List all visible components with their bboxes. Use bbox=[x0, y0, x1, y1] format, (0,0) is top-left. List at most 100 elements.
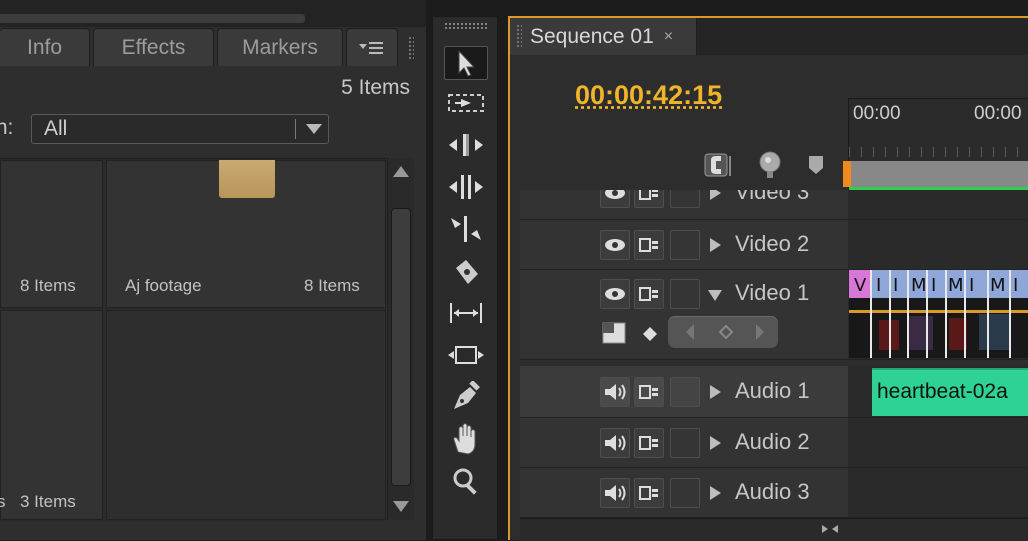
video-clips[interactable]: VII MIM IMI bbox=[849, 270, 1028, 358]
svg-text:M: M bbox=[911, 275, 927, 296]
track-lock-box[interactable] bbox=[670, 377, 700, 407]
bin-name: s bbox=[0, 492, 6, 512]
empty-grid-cell bbox=[106, 310, 386, 520]
track-select-tool[interactable] bbox=[444, 86, 488, 120]
speaker-icon[interactable] bbox=[600, 428, 630, 458]
slip-tool[interactable] bbox=[444, 296, 488, 330]
svg-text:I: I bbox=[1013, 275, 1018, 296]
speaker-icon[interactable] bbox=[600, 377, 630, 407]
track-audio-1[interactable]: Audio 1 bbox=[520, 366, 848, 418]
track-lock-box[interactable] bbox=[670, 279, 700, 309]
hand-tool[interactable] bbox=[444, 422, 488, 456]
in-label: In: bbox=[0, 116, 13, 140]
track-lock-box[interactable] bbox=[670, 478, 700, 508]
track-video-2[interactable]: Video 2 bbox=[520, 220, 848, 270]
sync-lock-icon[interactable] bbox=[634, 190, 664, 208]
zoom-tool[interactable] bbox=[444, 464, 488, 498]
track-lock-box[interactable] bbox=[670, 190, 700, 208]
track-name: Video 3 bbox=[735, 190, 809, 205]
eye-icon[interactable] bbox=[600, 230, 630, 260]
magnifier-icon bbox=[450, 465, 482, 497]
add-marker-to-track-button[interactable] bbox=[752, 147, 788, 183]
sync-lock-icon[interactable] bbox=[634, 377, 664, 407]
rate-stretch-tool[interactable] bbox=[444, 212, 488, 246]
tab-markers[interactable]: Markers bbox=[217, 28, 343, 66]
time-ruler[interactable]: 00:00 00:00 bbox=[848, 98, 1028, 191]
zoom-handle-icon[interactable] bbox=[820, 523, 840, 535]
timeline-horizontal-scrollbar[interactable] bbox=[520, 518, 1028, 541]
keyframe-nav-icon bbox=[668, 316, 778, 348]
tab-effects-label: Effects bbox=[122, 36, 186, 60]
sync-lock-icon[interactable] bbox=[634, 478, 664, 508]
add-marker-button[interactable] bbox=[798, 147, 834, 183]
ripple-edit-tool[interactable] bbox=[444, 128, 488, 162]
selection-tool[interactable] bbox=[444, 46, 488, 80]
svg-text:I: I bbox=[969, 275, 974, 296]
panel-top-strip bbox=[0, 0, 426, 27]
slide-icon bbox=[446, 343, 486, 367]
expand-track-icon[interactable] bbox=[710, 486, 721, 500]
keyframe-icon[interactable] bbox=[640, 324, 660, 349]
pen-tool[interactable] bbox=[444, 380, 488, 414]
svg-text:I: I bbox=[931, 275, 936, 296]
sync-lock-icon[interactable] bbox=[634, 428, 664, 458]
slip-icon bbox=[446, 301, 486, 325]
video-3-lane[interactable] bbox=[848, 190, 1028, 220]
display-style-icon[interactable] bbox=[602, 322, 628, 351]
tab-markers-label: Markers bbox=[242, 36, 318, 60]
expand-track-icon[interactable] bbox=[710, 190, 721, 200]
expand-track-icon[interactable] bbox=[710, 436, 721, 450]
svg-text:V: V bbox=[854, 275, 867, 296]
work-area-bar[interactable] bbox=[849, 161, 1028, 187]
tab-info[interactable]: Info bbox=[0, 28, 90, 66]
track-lock-box[interactable] bbox=[670, 230, 700, 260]
tab-effects[interactable]: Effects bbox=[93, 28, 214, 66]
panel-menu-icon bbox=[357, 39, 387, 57]
tab-sequence-01[interactable]: Sequence 01 × bbox=[510, 18, 697, 55]
sync-lock-icon[interactable] bbox=[634, 279, 664, 309]
scroll-thumb[interactable] bbox=[391, 208, 411, 486]
bin-count: 8 Items bbox=[304, 276, 360, 296]
slide-tool[interactable] bbox=[444, 338, 488, 372]
track-name: Audio 2 bbox=[735, 429, 810, 455]
rolling-edit-tool[interactable] bbox=[444, 170, 488, 204]
expand-track-icon[interactable] bbox=[710, 238, 721, 252]
item-count: 5 Items bbox=[310, 76, 410, 100]
bin-item[interactable] bbox=[0, 310, 103, 520]
eye-icon[interactable] bbox=[600, 279, 630, 309]
audio-2-lane[interactable] bbox=[848, 418, 1028, 468]
track-video-3[interactable]: Video 3 bbox=[520, 190, 848, 220]
track-audio-2[interactable]: Audio 2 bbox=[520, 418, 848, 468]
audio-3-lane[interactable] bbox=[848, 468, 1028, 518]
track-name: Video 2 bbox=[735, 231, 809, 257]
keyframe-navigator[interactable] bbox=[668, 316, 778, 348]
vertical-scrollbar[interactable] bbox=[387, 158, 414, 520]
video-2-lane[interactable] bbox=[848, 220, 1028, 270]
speaker-icon[interactable] bbox=[600, 478, 630, 508]
in-filter-select[interactable]: All bbox=[31, 114, 329, 144]
video-clip-strip: VII MIM IMI bbox=[849, 270, 1028, 358]
ruler-label: 00:00 bbox=[974, 103, 1022, 125]
playhead-marker[interactable] bbox=[843, 161, 851, 187]
close-icon[interactable]: × bbox=[664, 28, 673, 46]
collapse-track-icon[interactable] bbox=[708, 290, 722, 301]
scroll-down-icon[interactable] bbox=[393, 501, 409, 512]
tab-grip-icon[interactable] bbox=[516, 24, 522, 48]
ripple-edit-icon bbox=[447, 132, 485, 158]
current-timecode[interactable]: 00:00:42:15 bbox=[575, 80, 722, 111]
scroll-up-icon[interactable] bbox=[393, 166, 409, 177]
snap-button[interactable] bbox=[702, 147, 738, 183]
tools-grip-icon[interactable] bbox=[444, 22, 488, 30]
svg-text:M: M bbox=[990, 275, 1006, 296]
eye-icon[interactable] bbox=[600, 190, 630, 208]
panel-menu-button[interactable] bbox=[346, 28, 398, 66]
audio-clip[interactable]: heartbeat-02a bbox=[872, 368, 1028, 416]
expand-track-icon[interactable] bbox=[710, 385, 721, 399]
sync-lock-icon[interactable] bbox=[634, 230, 664, 260]
track-name: Audio 3 bbox=[735, 479, 810, 505]
svg-text:M: M bbox=[948, 275, 964, 296]
track-audio-3[interactable]: Audio 3 bbox=[520, 468, 848, 518]
panel-grip-icon[interactable] bbox=[408, 36, 414, 60]
track-lock-box[interactable] bbox=[670, 428, 700, 458]
razor-tool[interactable] bbox=[444, 256, 488, 290]
